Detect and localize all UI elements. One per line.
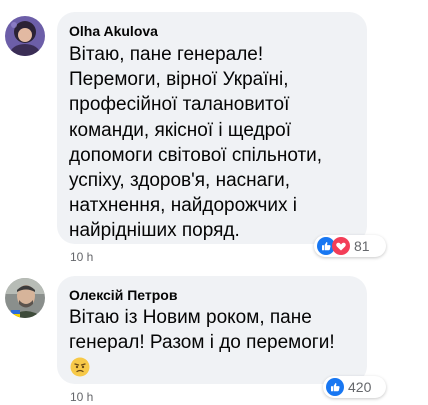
- comment-line: Вітаю, пане генерале!: [69, 44, 264, 65]
- reaction-summary[interactable]: 81: [314, 235, 386, 257]
- like-icon: [326, 378, 344, 396]
- comment-author[interactable]: Олексій Петров: [69, 287, 177, 303]
- comment-author[interactable]: Olha Akulova: [69, 23, 158, 39]
- comment-line: допомоги світової спільноти,: [69, 144, 323, 166]
- face-emoji: [70, 357, 90, 377]
- comment-timestamp[interactable]: 10 h: [70, 250, 93, 264]
- avatar[interactable]: [5, 278, 45, 318]
- comment-line: Вітаю із Новим роком, пане: [69, 307, 312, 328]
- comment-line: генерал! Разом і до перемоги!: [69, 332, 335, 354]
- comment-text: Вітаю, пане генерале! Перемоги, вірної У…: [69, 42, 322, 244]
- comment-line: професійної талановитої: [69, 94, 290, 116]
- comment-line: Перемоги, вірної Україні,: [69, 69, 289, 91]
- comment-line: найрідніших поряд.: [69, 220, 240, 242]
- comment-line: натхнення, найдорожчих і: [69, 195, 297, 217]
- reaction-count: 420: [348, 379, 372, 395]
- avatar[interactable]: [5, 16, 45, 56]
- comment-text: Вітаю із Новим роком, пане генерал! Разо…: [69, 305, 335, 355]
- reaction-count: 81: [354, 238, 370, 254]
- comment-line: успіху, здоров'я, наснаги,: [69, 169, 291, 191]
- comment-timestamp[interactable]: 10 h: [70, 390, 93, 404]
- reaction-summary[interactable]: 420: [323, 376, 386, 398]
- comment-line: команди, якісної і щедрої: [69, 119, 291, 141]
- heart-icon: [332, 237, 350, 255]
